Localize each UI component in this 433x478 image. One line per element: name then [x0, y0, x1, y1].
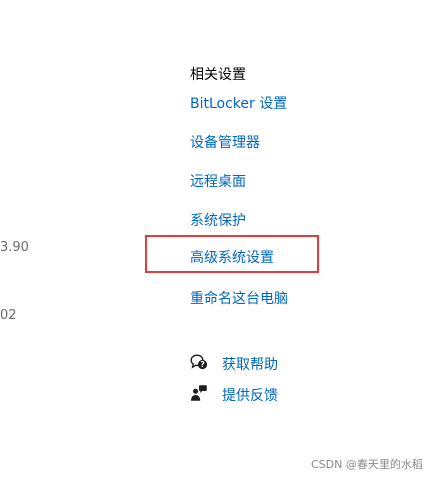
- bitlocker-settings-link[interactable]: BitLocker 设置: [190, 93, 287, 113]
- remote-desktop-link[interactable]: 远程桌面: [190, 171, 246, 191]
- feedback-person-icon: [190, 384, 208, 402]
- truncated-text-fragment-1: 3.90: [0, 240, 29, 255]
- rename-this-pc-link[interactable]: 重命名这台电脑: [190, 288, 288, 308]
- svg-text:?: ?: [200, 360, 204, 369]
- get-help-link[interactable]: 获取帮助: [222, 354, 278, 374]
- provide-feedback-link[interactable]: 提供反馈: [222, 385, 278, 405]
- advanced-system-settings-link[interactable]: 高级系统设置: [190, 247, 274, 267]
- device-manager-link[interactable]: 设备管理器: [190, 132, 260, 152]
- truncated-text-fragment-2: 02: [0, 308, 17, 323]
- related-settings-heading: 相关设置: [190, 67, 246, 83]
- watermark: CSDN @春天里的水稻: [311, 458, 423, 471]
- system-protection-link[interactable]: 系统保护: [190, 210, 246, 230]
- help-chat-icon: ?: [190, 353, 208, 371]
